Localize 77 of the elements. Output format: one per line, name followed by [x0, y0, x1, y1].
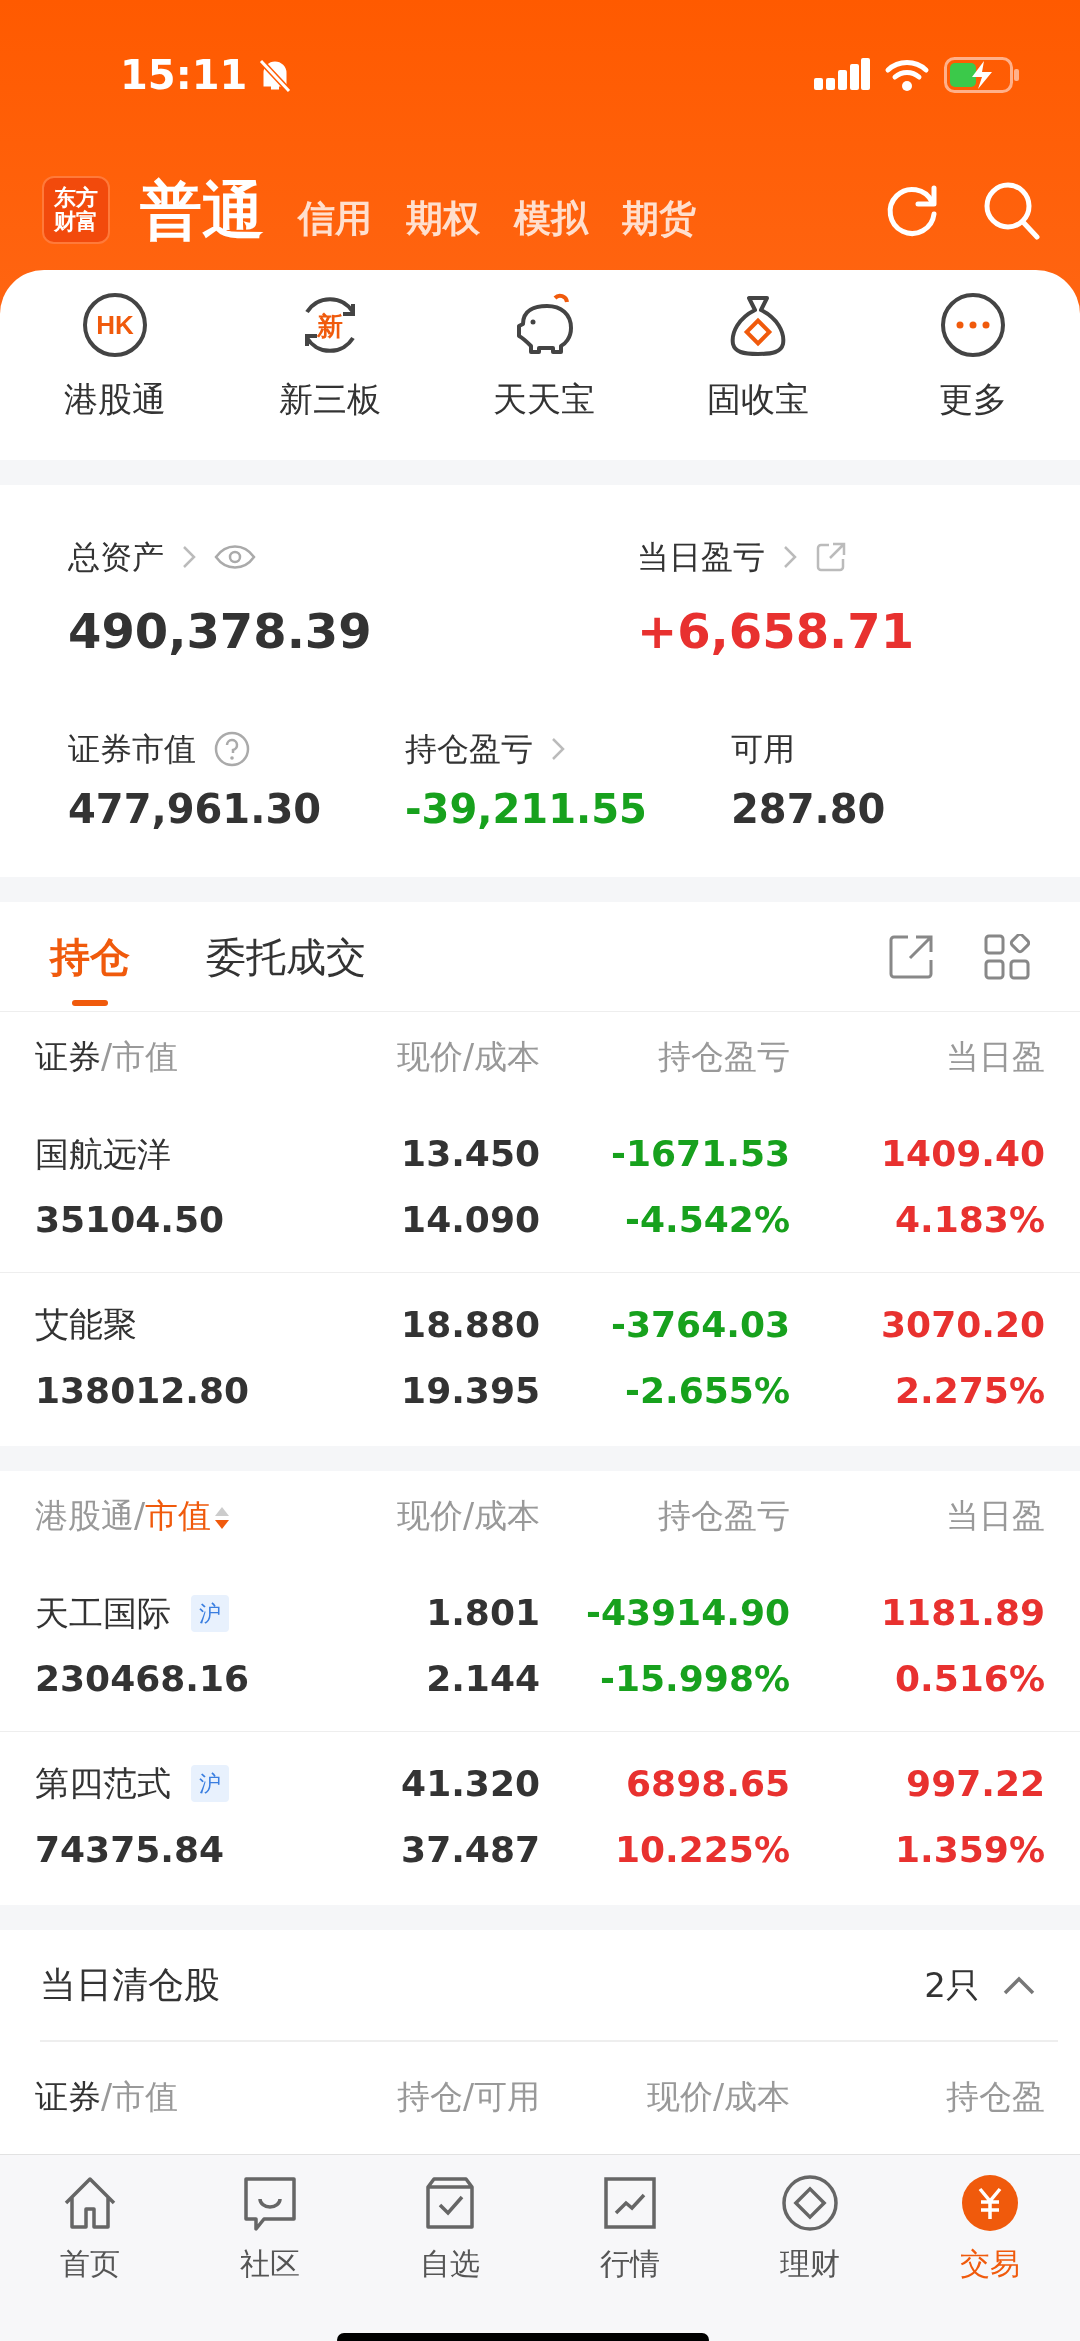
shortcut-item[interactable]: 固收宝	[651, 270, 866, 460]
cost-cell-text: 2.144	[425, 1657, 540, 1701]
chevron-right-icon	[551, 737, 565, 761]
stat-value: 477,961.30	[68, 785, 323, 834]
pl-cell-text: -43914.90	[585, 1591, 790, 1635]
chevron-up-icon[interactable]	[1002, 1974, 1036, 1996]
pl-percent-cell-text: -2.655%	[624, 1368, 790, 1413]
day-pl-cell-text: 1181.89	[880, 1591, 1045, 1635]
price-cell-text: 41.320	[400, 1761, 540, 1806]
cost-cell-text: 14.090	[400, 1198, 540, 1242]
eye-icon[interactable]	[214, 543, 256, 571]
market-value-cell-text: 230468.16	[35, 1657, 251, 1701]
daily-pl-label: 当日盈亏	[637, 537, 765, 578]
stock-name[interactable]: 第四范式	[35, 1758, 171, 1809]
pl-percent-cell-text: 10.225%	[614, 1827, 790, 1872]
market-tag: 沪	[191, 1765, 229, 1802]
help-icon[interactable]	[214, 731, 250, 767]
signal-icon	[814, 58, 870, 92]
yen-circle-icon	[960, 2173, 1020, 2233]
count-text: 2只	[924, 1963, 980, 2007]
nav-tab[interactable]: 行情	[540, 2155, 720, 2286]
logo-text: 东方	[54, 185, 98, 210]
nav-tab[interactable]: 社区	[180, 2155, 360, 2286]
shortcut-item[interactable]: 更多	[865, 270, 1080, 460]
shortcut-item[interactable]: 新 新三板	[222, 270, 437, 460]
market-value-cell-text: 138012.80	[35, 1368, 251, 1413]
status-time: 15:11	[120, 51, 248, 100]
cost-cell-text: 37.487	[400, 1827, 540, 1872]
market-value-cell-text: 74375.84	[35, 1827, 226, 1872]
shortcut-item[interactable]: HK 港股通	[8, 270, 223, 460]
price-cell-text: 1.801	[425, 1591, 540, 1635]
diamond-circle-icon	[780, 2173, 840, 2233]
column-header[interactable]: 证券/市值	[35, 1032, 335, 1082]
pl-cell-text: -3764.03	[610, 1302, 790, 1347]
column-header[interactable]: 证券/市值	[35, 2072, 335, 2122]
cost-cell-text: 19.395	[400, 1368, 540, 1413]
price-cell-text: 13.450	[400, 1132, 540, 1176]
logo-text: 财富	[54, 210, 98, 235]
market-tag: 沪	[191, 1594, 229, 1632]
nav-tab[interactable]: 首页	[0, 2155, 180, 2286]
day-percent-cell-text: 2.275%	[894, 1368, 1045, 1413]
nav-tab[interactable]: 自选	[360, 2155, 540, 2286]
stat-label: 持仓盈亏	[405, 729, 533, 770]
daily-pl-value: +6,658.71	[637, 602, 915, 661]
stock-name[interactable]: 天工国际	[35, 1587, 171, 1639]
stat-value: 287.80	[731, 785, 887, 834]
stock-name[interactable]: 国航远洋	[35, 1128, 171, 1180]
stat-value: -39,211.55	[405, 785, 648, 834]
day-percent-cell-text: 4.183%	[894, 1198, 1045, 1242]
day-percent-cell-text: 1.359%	[894, 1827, 1045, 1872]
wifi-icon	[884, 58, 930, 92]
nav-tab[interactable]: 理财	[720, 2155, 900, 2286]
holding-tab[interactable]: 委托成交	[206, 901, 366, 1012]
stock-name[interactable]: 艾能聚	[35, 1299, 137, 1350]
day-pl-cell-text: 3070.20	[880, 1302, 1045, 1347]
chevron-right-icon	[182, 545, 196, 569]
pl-cell-text: 6898.65	[625, 1761, 790, 1806]
total-assets-label: 总资产	[68, 537, 164, 578]
shortcut-item[interactable]: 天天宝	[436, 270, 652, 460]
stat-label: 可用	[731, 729, 795, 770]
total-assets-value: 490,378.39	[68, 602, 373, 661]
day-pl-cell-text: 997.22	[905, 1761, 1045, 1806]
search-icon[interactable]	[982, 180, 1040, 240]
battery-icon	[944, 57, 1020, 93]
market-value-cell-text: 35104.50	[35, 1198, 226, 1242]
day-percent-cell-text: 0.516%	[894, 1657, 1045, 1701]
price-cell-text: 18.880	[400, 1302, 540, 1347]
pl-cell-text: -1671.53	[610, 1132, 790, 1176]
pl-percent-cell-text: -15.998%	[599, 1657, 790, 1701]
share-icon[interactable]	[815, 541, 847, 573]
day-pl-cell-text: 1409.40	[880, 1132, 1045, 1176]
section-title: 当日清仓股	[40, 1963, 220, 2007]
stat-label: 证券市值	[68, 729, 196, 770]
chevron-right-icon	[783, 545, 797, 569]
pl-percent-cell-text: -4.542%	[624, 1198, 790, 1242]
grid-icon[interactable]	[984, 933, 1030, 980]
export-icon[interactable]	[888, 933, 934, 980]
